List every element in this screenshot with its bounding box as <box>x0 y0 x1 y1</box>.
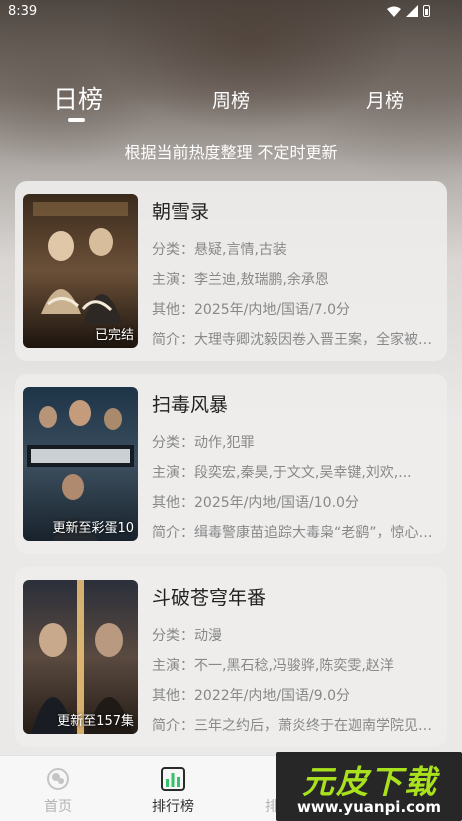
nav-ranking[interactable]: 排行榜 <box>128 756 218 821</box>
poster-image[interactable]: 更新至彩蛋10 <box>23 387 138 541</box>
item-category: 分类：动漫 <box>152 628 222 644</box>
battery-icon <box>423 5 430 17</box>
home-icon <box>47 768 69 790</box>
ranking-card[interactable]: 更新至157集 斗破苍穹年番 分类：动漫 主演：不一,黑石稔,冯骏骅,陈奕雯,赵… <box>15 567 447 747</box>
ranking-subtitle: 根据当前热度整理 不定时更新 <box>124 143 338 162</box>
item-title[interactable]: 扫毒风暴 <box>152 390 435 417</box>
watermark-logo: 元皮下载 www.yuanpi.com <box>276 752 462 821</box>
item-cast: 主演：段奕宏,秦昊,于文文,吴幸键,刘欢,... <box>152 465 412 481</box>
item-cast: 主演：不一,黑石稔,冯骏骅,陈奕雯,赵洋 <box>152 658 394 674</box>
watermark-url: www.yuanpi.com <box>297 798 441 816</box>
item-cast: 主演：李兰迪,敖瑞鹏,余承恩 <box>152 272 329 288</box>
status-badge: 更新至157集 <box>57 714 134 729</box>
item-title[interactable]: 斗破苍穹年番 <box>152 583 435 610</box>
item-other: 其他：2025年/内地/国语/10.0分 <box>152 495 359 511</box>
tab-daily[interactable]: 日榜 <box>50 80 106 116</box>
poster-image[interactable]: 更新至157集 <box>23 580 138 734</box>
status-bar: 8:39 <box>0 0 462 26</box>
ranking-icon <box>161 767 185 791</box>
item-intro: 简介：大理寺卿沈毅因卷入晋王案，全家被抄斩... <box>152 332 434 348</box>
nav-ranking-label: 排行榜 <box>152 799 194 815</box>
item-intro: 简介：三年之约后，萧炎终于在迦南学院见到... <box>152 718 434 734</box>
signal-icon <box>406 5 418 17</box>
status-icons <box>387 5 430 17</box>
item-intro: 简介：缉毒警康苗追踪大毒枭“老鹞”，惊心动魄... <box>152 525 434 541</box>
item-other: 其他：2022年/内地/国语/9.0分 <box>152 688 351 704</box>
status-time: 8:39 <box>8 4 38 19</box>
ranking-tabs: 日榜 周榜 月榜 <box>0 78 462 128</box>
poster-image[interactable]: 已完结 <box>23 194 138 348</box>
tab-monthly[interactable]: 月榜 <box>360 86 410 113</box>
watermark-title: 元皮下载 <box>301 763 438 801</box>
item-info: 扫毒风暴 分类：动作,犯罪 主演：段奕宏,秦昊,于文文,吴幸键,刘欢,... 其… <box>152 390 435 548</box>
item-title[interactable]: 朝雪录 <box>152 197 435 224</box>
status-badge: 已完结 <box>94 328 134 343</box>
ranking-card[interactable]: 已完结 朝雪录 分类：悬疑,言情,古装 主演：李兰迪,敖瑞鹏,余承恩 其他：20… <box>15 181 447 361</box>
wifi-icon <box>387 6 401 17</box>
ranking-card[interactable]: 更新至彩蛋10 扫毒风暴 分类：动作,犯罪 主演：段奕宏,秦昊,于文文,吴幸键,… <box>15 374 447 554</box>
status-badge: 更新至彩蛋10 <box>52 521 134 536</box>
item-info: 斗破苍穹年番 分类：动漫 主演：不一,黑石稔,冯骏骅,陈奕雯,赵洋 其他：202… <box>152 583 435 741</box>
nav-home[interactable]: 首页 <box>13 756 103 821</box>
item-info: 朝雪录 分类：悬疑,言情,古装 主演：李兰迪,敖瑞鹏,余承恩 其他：2025年/… <box>152 197 435 355</box>
nav-home-label: 首页 <box>44 799 72 815</box>
item-category: 分类：动作,犯罪 <box>152 435 255 451</box>
active-tab-indicator <box>68 118 85 122</box>
item-other: 其他：2025年/内地/国语/7.0分 <box>152 302 351 318</box>
item-category: 分类：悬疑,言情,古装 <box>152 242 287 258</box>
tab-weekly[interactable]: 周榜 <box>205 86 257 113</box>
